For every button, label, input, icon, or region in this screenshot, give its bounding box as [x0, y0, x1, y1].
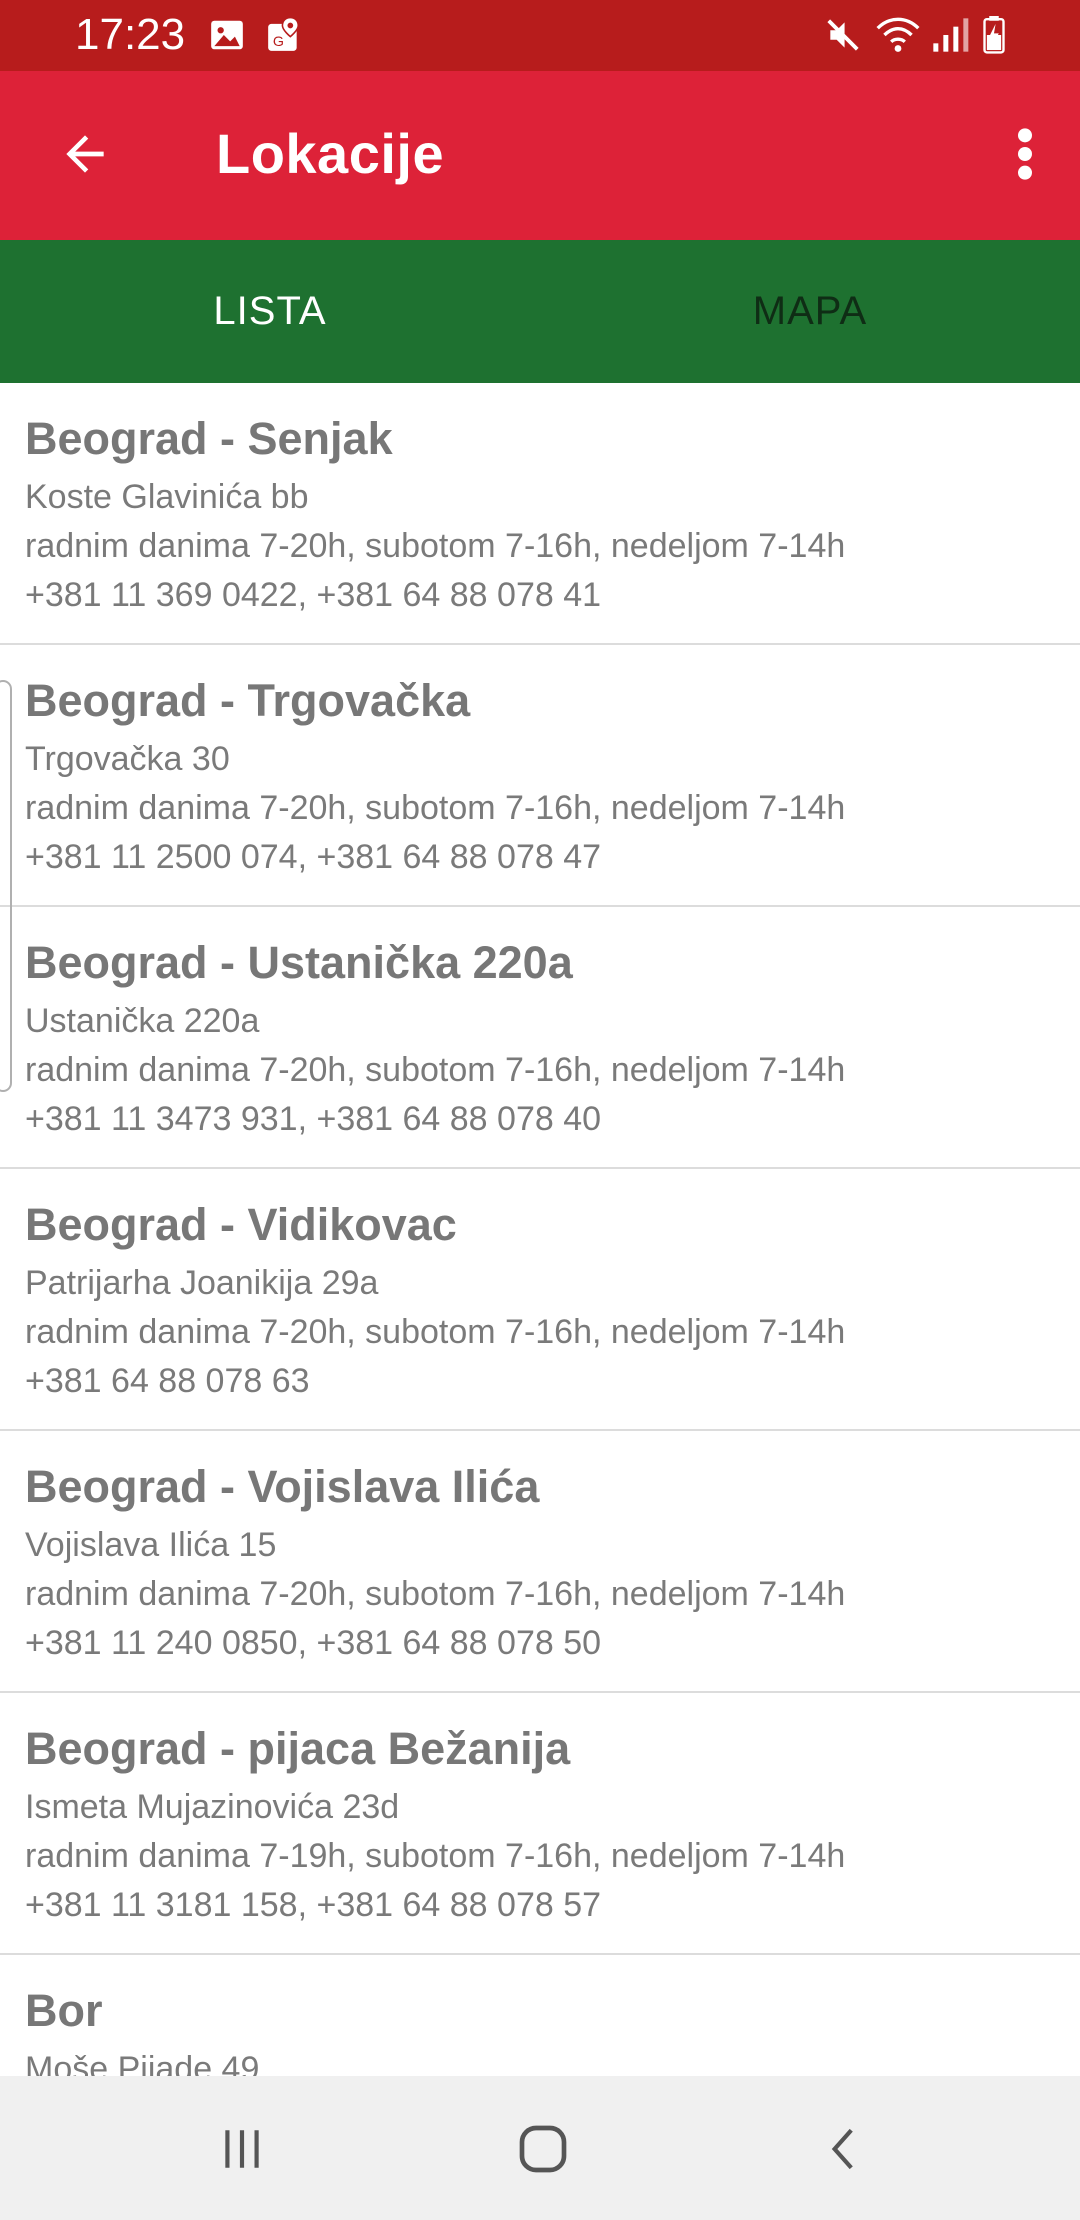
signal-icon — [930, 16, 970, 54]
location-hours: radnim danima 7-20h, subotom 7-16h, nede… — [25, 789, 846, 827]
location-phones: +381 11 369 0422, +381 64 88 078 41 — [25, 576, 602, 614]
location-name: Beograd - Vidikovac — [25, 1199, 457, 1250]
location-hours: radnim danima 7-19h, subotom 7-16h, nede… — [25, 1837, 846, 1875]
location-name: Beograd - Vojislava Ilića — [25, 1461, 540, 1512]
location-hours: radnim danima 7-20h, subotom 7-16h, nede… — [25, 527, 846, 565]
app-bar: Lokacije — [0, 71, 1080, 240]
navigation-bar — [0, 2076, 1080, 2220]
screen: 17:23 G Lokacije LISTA MAPA Beograd - Se… — [0, 0, 1080, 2220]
back-nav-icon — [820, 2124, 870, 2179]
tab-bar: LISTA MAPA — [0, 240, 1080, 383]
page-title: Lokacije — [216, 122, 445, 185]
list-item[interactable]: Beograd - Ustanička 220a Ustanička 220a … — [0, 907, 1080, 1169]
arrow-back-icon — [57, 126, 113, 187]
location-address: Trgovačka 30 — [25, 740, 230, 778]
location-hours: radnim danima 7-20h, subotom 7-16h, nede… — [25, 1051, 846, 1089]
list-item[interactable]: Beograd - Vojislava Ilića Vojislava Ilić… — [0, 1431, 1080, 1693]
home-icon — [515, 2121, 571, 2182]
location-phones: +381 11 3181 158, +381 64 88 078 57 — [25, 1886, 602, 1924]
svg-text:G: G — [273, 34, 284, 50]
location-address: Ustanička 220a — [25, 1002, 260, 1040]
recent-apps-button[interactable] — [182, 2106, 302, 2196]
locations-list[interactable]: Beograd - Senjak Koste Glavinića bb radn… — [0, 383, 1080, 2076]
list-item[interactable]: Beograd - Senjak Koste Glavinića bb radn… — [0, 383, 1080, 645]
location-name: Bor — [25, 1985, 103, 2036]
battery-icon — [982, 16, 1006, 54]
location-name: Beograd - Ustanička 220a — [25, 937, 573, 988]
more-vert-icon — [1015, 126, 1035, 187]
list-item[interactable]: Beograd - pijaca Bežanija Ismeta Mujazin… — [0, 1693, 1080, 1955]
location-hours: radnim danima 7-20h, subotom 7-16h, nede… — [25, 1575, 846, 1613]
back-button[interactable] — [40, 111, 130, 201]
location-phones: +381 64 88 078 63 — [25, 1362, 310, 1400]
home-button[interactable] — [483, 2106, 603, 2196]
location-name: Beograd - pijaca Bežanija — [25, 1723, 571, 1774]
tab-lista[interactable]: LISTA — [0, 240, 540, 383]
edge-panel-handle[interactable] — [0, 680, 12, 1092]
tab-mapa[interactable]: MAPA — [540, 240, 1080, 383]
list-item[interactable]: Bor Moše Pijade 49 — [0, 1955, 1080, 2076]
location-address: Vojislava Ilića 15 — [25, 1526, 277, 1564]
recent-apps-icon — [217, 2124, 267, 2179]
status-time: 17:23 — [75, 10, 186, 59]
location-hours: radnim danima 7-20h, subotom 7-16h, nede… — [25, 1313, 846, 1351]
back-nav-button[interactable] — [785, 2106, 905, 2196]
wifi-icon — [876, 16, 920, 54]
location-phones: +381 11 2500 074, +381 64 88 078 47 — [25, 838, 602, 876]
location-address: Patrijarha Joanikija 29a — [25, 1264, 379, 1302]
location-address: Koste Glavinića bb — [25, 478, 309, 516]
list-item[interactable]: Beograd - Trgovačka Trgovačka 30 radnim … — [0, 645, 1080, 907]
location-name: Beograd - Senjak — [25, 413, 393, 464]
status-bar: 17:23 G — [0, 0, 1080, 71]
list-item[interactable]: Beograd - Vidikovac Patrijarha Joanikija… — [0, 1169, 1080, 1431]
location-notification-icon: G — [265, 16, 303, 54]
mute-icon — [824, 16, 862, 54]
location-name: Beograd - Trgovačka — [25, 675, 471, 726]
location-phones: +381 11 240 0850, +381 64 88 078 50 — [25, 1624, 602, 1662]
image-icon — [208, 16, 246, 54]
location-phones: +381 11 3473 931, +381 64 88 078 40 — [25, 1100, 602, 1138]
location-address: Moše Pijade 49 — [25, 2050, 260, 2076]
more-options-button[interactable] — [990, 111, 1060, 201]
location-address: Ismeta Mujazinovića 23d — [25, 1788, 400, 1826]
